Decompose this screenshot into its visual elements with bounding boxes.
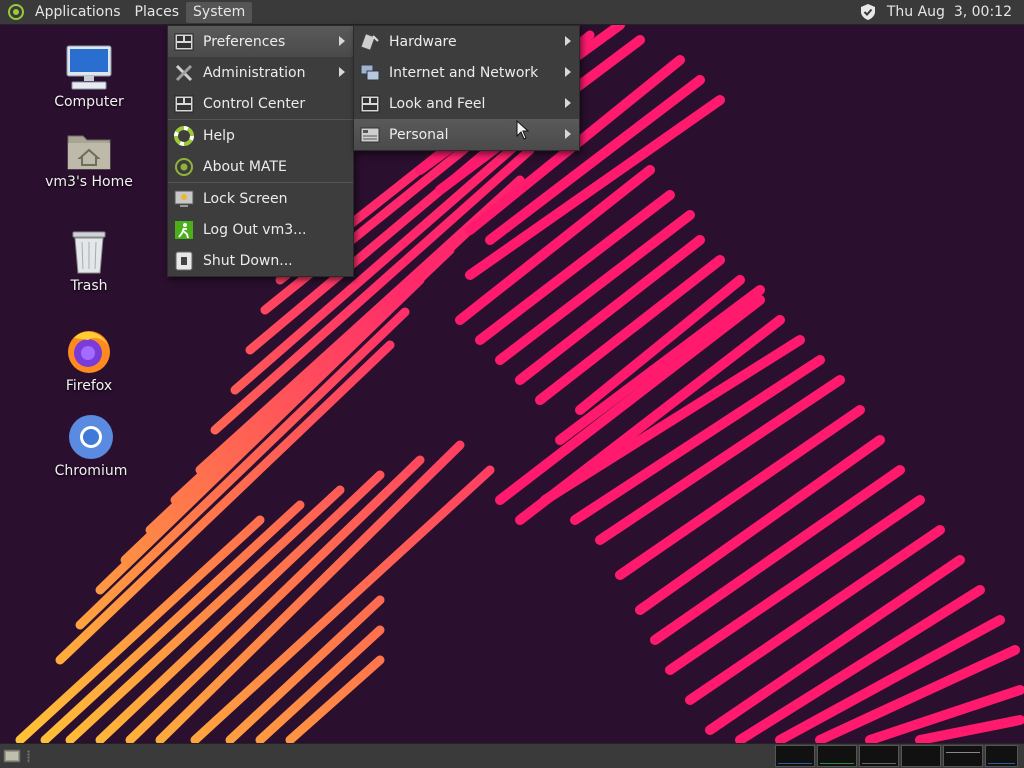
- workspace-1[interactable]: [775, 745, 815, 767]
- menu-item-label: Help: [203, 127, 235, 144]
- desktop-icon-trash[interactable]: Trash: [41, 226, 137, 294]
- workspace-4[interactable]: [901, 745, 941, 767]
- workspace-3[interactable]: [859, 745, 899, 767]
- mate-logo-icon[interactable]: [8, 4, 24, 20]
- submenu-item-hardware[interactable]: Hardware: [354, 26, 579, 57]
- preferences-submenu: Hardware Internet and Network Look and F…: [353, 25, 580, 151]
- hardware-icon: [360, 32, 379, 51]
- mouse-cursor-icon: [516, 120, 530, 140]
- menu-item-about-mate[interactable]: About MATE: [168, 151, 353, 182]
- menu-item-label: Preferences: [203, 33, 286, 50]
- desktop-icon-home[interactable]: vm3's Home: [41, 128, 137, 190]
- desktop-icon-computer[interactable]: Computer: [41, 44, 137, 110]
- shield-icon[interactable]: [859, 3, 877, 21]
- menu-item-administration[interactable]: Administration: [168, 57, 353, 88]
- desktop-icon-label: Computer: [54, 94, 124, 110]
- control-center-icon: [174, 95, 194, 112]
- menu-item-help[interactable]: Help: [168, 120, 353, 151]
- bottom-panel: [0, 743, 1024, 768]
- lock-icon: [174, 190, 194, 207]
- menu-item-control-center[interactable]: Control Center: [168, 88, 353, 119]
- logout-icon: [175, 220, 193, 239]
- submenu-arrow-icon: [339, 36, 345, 46]
- submenu-arrow-icon: [565, 36, 571, 46]
- top-panel: Applications Places System Thu Aug 3, 00…: [0, 0, 1024, 25]
- menu-item-log-out[interactable]: Log Out vm3...: [168, 214, 353, 245]
- submenu-item-look-and-feel[interactable]: Look and Feel: [354, 88, 579, 119]
- menu-item-label: Administration: [203, 64, 306, 81]
- clock[interactable]: Thu Aug 3, 00:12: [887, 4, 1012, 20]
- desktop-icon-label: Firefox: [65, 378, 113, 394]
- home-folder-icon: [67, 135, 111, 170]
- desktop-icon-firefox[interactable]: Firefox: [41, 326, 137, 394]
- workspace-6[interactable]: [985, 745, 1018, 767]
- applications-menu[interactable]: Applications: [28, 0, 128, 25]
- personal-icon: [360, 127, 380, 142]
- menu-item-label: About MATE: [203, 158, 287, 175]
- appearance-icon: [360, 95, 380, 112]
- desktop-icon-chromium[interactable]: Chromium: [43, 413, 139, 479]
- tools-icon: [175, 64, 193, 81]
- workspace-2[interactable]: [817, 745, 857, 767]
- menu-item-label: Lock Screen: [203, 190, 288, 207]
- menu-item-label: Internet and Network: [389, 64, 539, 81]
- menu-item-lock-screen[interactable]: Lock Screen: [168, 183, 353, 214]
- submenu-item-internet-and-network[interactable]: Internet and Network: [354, 57, 579, 88]
- menu-item-shut-down[interactable]: Shut Down...: [168, 245, 353, 276]
- desktop-icon-label: Trash: [70, 278, 108, 294]
- menu-item-label: Control Center: [203, 95, 306, 112]
- submenu-arrow-icon: [565, 98, 571, 108]
- menu-item-label: Look and Feel: [389, 95, 486, 112]
- menu-item-label: Shut Down...: [203, 252, 293, 269]
- system-menu[interactable]: System: [186, 1, 253, 23]
- places-menu[interactable]: Places: [128, 0, 187, 25]
- menu-item-label: Log Out vm3...: [203, 221, 307, 238]
- submenu-arrow-icon: [565, 129, 571, 139]
- shutdown-icon: [175, 251, 193, 270]
- desktop-icon-label: Chromium: [54, 463, 128, 479]
- computer-icon: [66, 45, 112, 90]
- help-icon: [174, 125, 194, 146]
- desktop-icon-label: vm3's Home: [45, 174, 133, 190]
- submenu-arrow-icon: [565, 67, 571, 77]
- mate-icon: [175, 157, 193, 176]
- panel-drag-handle[interactable]: [27, 750, 30, 763]
- menu-item-preferences[interactable]: Preferences: [168, 26, 353, 57]
- system-dropdown-menu: Preferences Administration Control Cente…: [167, 25, 354, 277]
- workspace-5[interactable]: [943, 745, 983, 767]
- menu-item-label: Personal: [389, 126, 449, 143]
- show-desktop-icon[interactable]: [3, 748, 21, 764]
- submenu-arrow-icon: [339, 67, 345, 77]
- chromium-icon: [69, 415, 113, 459]
- network-icon: [360, 64, 380, 80]
- firefox-icon: [68, 331, 110, 373]
- workspace-switcher: [773, 745, 1018, 768]
- trash-icon: [72, 231, 106, 274]
- submenu-item-personal[interactable]: Personal: [354, 119, 579, 150]
- menu-item-label: Hardware: [389, 33, 457, 50]
- preferences-icon: [174, 33, 194, 50]
